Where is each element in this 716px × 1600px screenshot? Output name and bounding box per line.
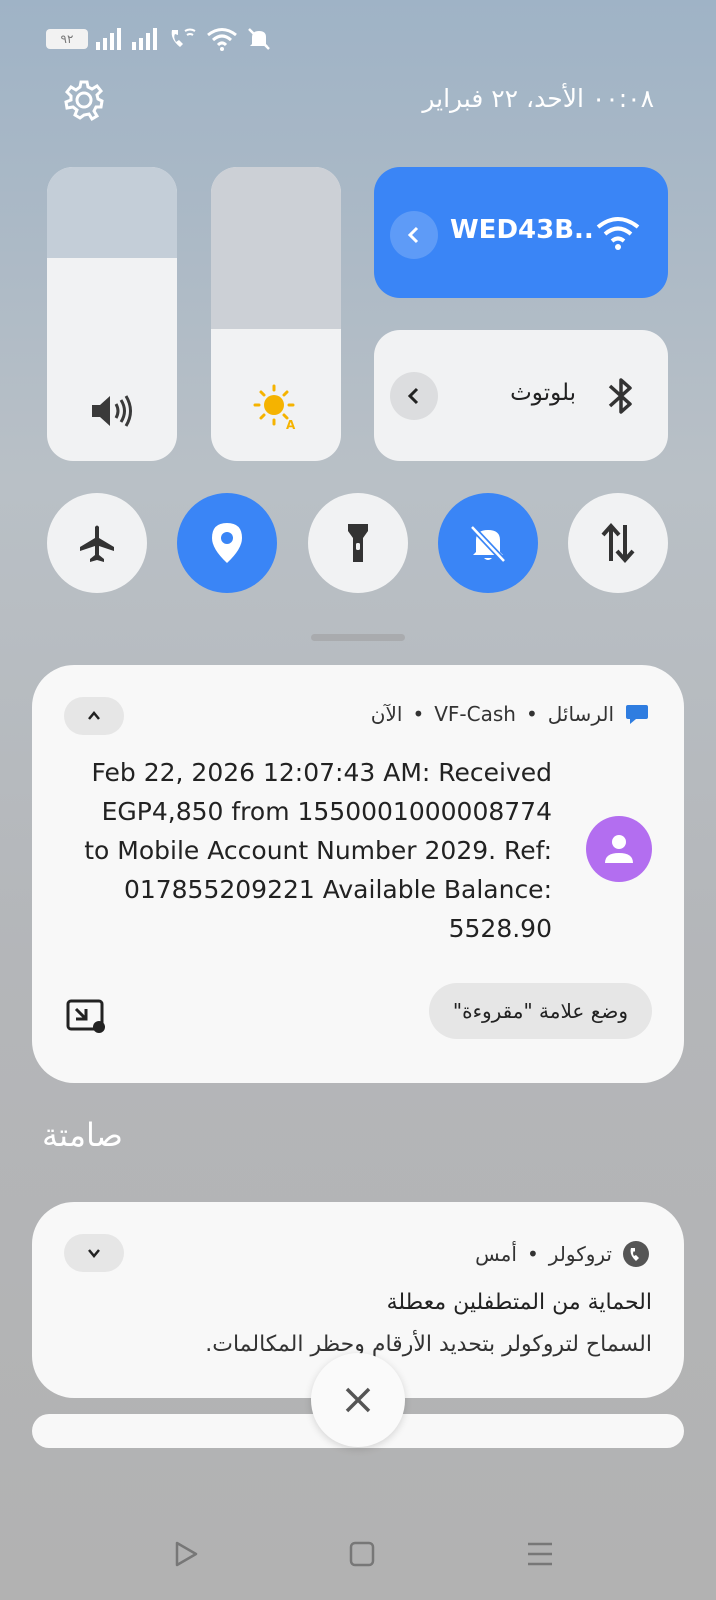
bluetooth-icon [608,378,632,414]
bell-off-icon [248,28,270,50]
brightness-slider-track [211,167,341,329]
airplane-mode-toggle[interactable] [47,493,147,593]
chevron-left-icon [407,387,419,405]
home-square-icon [349,1541,375,1567]
bell-off-icon [469,524,507,564]
bluetooth-label: بلوتوث [510,380,576,406]
date-time: ٠٠:٠٨ الأحد، ٢٢ فبراير [422,84,654,113]
signal-icon [132,28,157,50]
clear-all-button[interactable] [311,1353,405,1447]
notification-sender: VF-Cash [434,702,516,726]
person-icon [605,835,633,863]
nav-menu-button[interactable] [518,1532,562,1576]
nav-back-button[interactable] [164,1532,208,1576]
notification-title: الحماية من المتطفلين معطلة [386,1290,652,1315]
separator-dot: • [412,702,425,726]
avatar [586,816,652,882]
wifi-icon [596,217,640,250]
body-line: Feb 22, 2026 12:07:43 AM: Received [91,758,553,787]
speaker-icon [92,395,132,427]
flashlight-icon [348,524,368,562]
nav-home-button[interactable] [340,1532,384,1576]
flashlight-toggle[interactable] [308,493,408,593]
notification-header: تروكولر • أمس [475,1240,650,1268]
drag-handle[interactable] [311,634,405,641]
chevron-down-icon [88,1249,100,1258]
notification-time: الآن [370,702,403,726]
picture-in-picture-icon[interactable] [66,999,106,1035]
brightness-slider[interactable]: A [211,167,341,461]
notification-time: أمس [475,1242,517,1266]
silent-mode-toggle[interactable] [438,493,538,593]
notification-app-name: الرسائل [547,702,614,726]
bluetooth-expand-button[interactable] [390,372,438,420]
auto-brightness-icon: A [253,384,296,431]
notification-card[interactable]: الرسائل • VF-Cash • الآن Feb 22, 2026 12… [32,665,684,1083]
chevron-up-icon [88,711,100,720]
location-toggle[interactable] [177,493,277,593]
location-pin-icon [212,523,242,563]
wifi-calling-icon [171,28,196,47]
separator-dot: • [525,702,538,726]
body-line: 017855209221 Available Balance: [123,875,552,904]
section-heading-silent: صامتة [42,1116,123,1154]
status-bar: ٩٢ [46,26,272,52]
back-triangle-icon [175,1541,198,1567]
mobile-data-toggle[interactable] [568,493,668,593]
wifi-icon [207,28,237,51]
data-arrows-icon [601,522,635,564]
close-icon [345,1387,371,1413]
truecaller-app-icon [623,1241,649,1267]
wifi-expand-button[interactable] [390,211,438,259]
wifi-tile[interactable]: WED43B.. [374,167,668,298]
battery-indicator: ٩٢ [46,29,88,49]
chevron-left-icon [407,226,419,244]
body-line: 5528.90 [448,914,552,943]
gear-icon[interactable] [62,78,106,122]
separator-dot: • [526,1242,539,1266]
collapse-button[interactable] [64,697,124,735]
notification-app-name: تروكولر [548,1242,612,1266]
notification-text: السماح لتروكولر بتحديد الأرقام وحظر المك… [205,1332,652,1357]
airplane-icon [80,525,114,562]
signal-icon [96,28,121,50]
bluetooth-tile[interactable]: بلوتوث [374,330,668,461]
messages-app-icon [626,705,648,724]
body-line: EGP4,850 from 1550001000008774 [101,797,552,826]
wifi-network-name: WED43B.. [450,215,594,245]
expand-button[interactable] [64,1234,124,1272]
notification-body: Feb 22, 2026 12:07:43 AM: Received EGP4,… [72,753,552,948]
menu-icon [528,1542,552,1566]
volume-slider-track [47,167,177,259]
svg-text:A: A [286,418,296,431]
volume-slider[interactable] [47,167,177,461]
notification-header: الرسائل • VF-Cash • الآن [371,701,650,727]
mark-as-read-button[interactable]: وضع علامة "مقروءة" [428,983,652,1039]
body-line: to Mobile Account Number 2029. Ref: [84,836,552,865]
